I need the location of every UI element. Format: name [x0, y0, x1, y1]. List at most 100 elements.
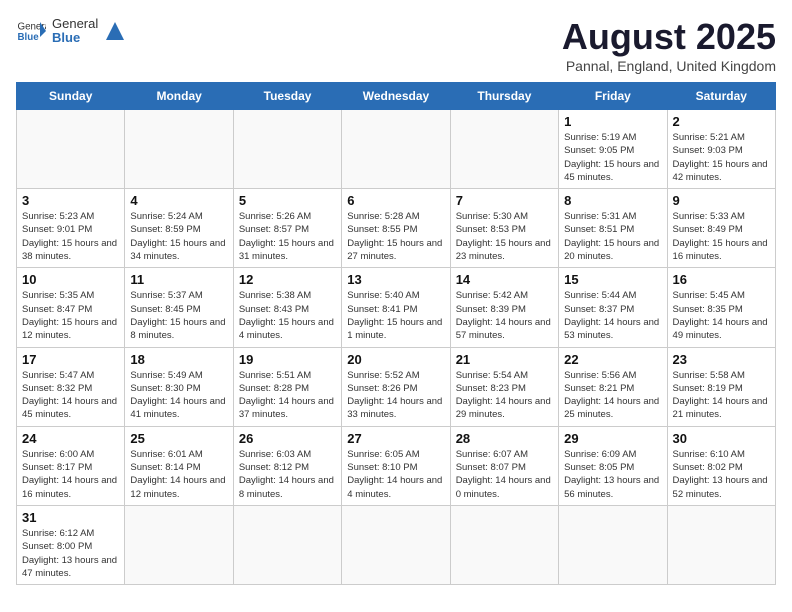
day-number: 31 — [22, 510, 119, 525]
day-cell: 18 Sunrise: 5:49 AM Sunset: 8:30 PM Dayli… — [125, 347, 233, 426]
weekday-header-wednesday: Wednesday — [342, 83, 450, 110]
day-info: Sunrise: 5:35 AM Sunset: 8:47 PM Dayligh… — [22, 289, 119, 342]
day-info: Sunrise: 6:09 AM Sunset: 8:05 PM Dayligh… — [564, 448, 661, 501]
day-info: Sunrise: 6:10 AM Sunset: 8:02 PM Dayligh… — [673, 448, 770, 501]
day-number: 10 — [22, 272, 119, 287]
day-number: 4 — [130, 193, 227, 208]
day-number: 16 — [673, 272, 770, 287]
day-cell: 3 Sunrise: 5:23 AM Sunset: 9:01 PM Daylig… — [17, 189, 125, 268]
day-info: Sunrise: 6:00 AM Sunset: 8:17 PM Dayligh… — [22, 448, 119, 501]
day-number: 29 — [564, 431, 661, 446]
day-cell: 21Sunrise: 5:54 AM Sunset: 8:23 PM Dayli… — [450, 347, 558, 426]
day-info: Sunrise: 5:30 AM Sunset: 8:53 PM Dayligh… — [456, 210, 553, 263]
weekday-header-tuesday: Tuesday — [233, 83, 341, 110]
day-cell: 28 Sunrise: 6:07 AM Sunset: 8:07 PM Dayli… — [450, 426, 558, 505]
day-cell — [667, 505, 775, 584]
day-info: Sunrise: 5:49 AM Sunset: 8:30 PM Dayligh… — [130, 369, 227, 422]
weekday-header-saturday: Saturday — [667, 83, 775, 110]
day-number: 5 — [239, 193, 336, 208]
logo-icon: General Blue — [16, 16, 46, 46]
title-block: August 2025 Pannal, England, United King… — [562, 16, 776, 74]
day-info: Sunrise: 5:26 AM Sunset: 8:57 PM Dayligh… — [239, 210, 336, 263]
day-cell: 5 Sunrise: 5:26 AM Sunset: 8:57 PM Daylig… — [233, 189, 341, 268]
day-cell — [233, 505, 341, 584]
day-number: 17 — [22, 352, 119, 367]
week-row-0: 1 Sunrise: 5:19 AM Sunset: 9:05 PM Daylig… — [17, 110, 776, 189]
day-info: Sunrise: 5:44 AM Sunset: 8:37 PM Dayligh… — [564, 289, 661, 342]
day-info: Sunrise: 5:58 AM Sunset: 8:19 PM Dayligh… — [673, 369, 770, 422]
day-info: Sunrise: 6:05 AM Sunset: 8:10 PM Dayligh… — [347, 448, 444, 501]
day-cell: 23 Sunrise: 5:58 AM Sunset: 8:19 PM Dayli… — [667, 347, 775, 426]
day-cell — [342, 505, 450, 584]
day-info: Sunrise: 5:51 AM Sunset: 8:28 PM Dayligh… — [239, 369, 336, 422]
day-cell: 11Sunrise: 5:37 AM Sunset: 8:45 PM Dayli… — [125, 268, 233, 347]
weekday-header-thursday: Thursday — [450, 83, 558, 110]
day-number: 26 — [239, 431, 336, 446]
weekday-header-friday: Friday — [559, 83, 667, 110]
day-cell: 27Sunrise: 6:05 AM Sunset: 8:10 PM Dayli… — [342, 426, 450, 505]
day-cell — [450, 505, 558, 584]
week-row-5: 31 Sunrise: 6:12 AM Sunset: 8:00 PM Dayli… — [17, 505, 776, 584]
calendar-subtitle: Pannal, England, United Kingdom — [562, 58, 776, 74]
day-cell: 12 Sunrise: 5:38 AM Sunset: 8:43 PM Dayli… — [233, 268, 341, 347]
day-info: Sunrise: 6:07 AM Sunset: 8:07 PM Dayligh… — [456, 448, 553, 501]
day-cell: 31 Sunrise: 6:12 AM Sunset: 8:00 PM Dayli… — [17, 505, 125, 584]
day-cell: 22 Sunrise: 5:56 AM Sunset: 8:21 PM Dayli… — [559, 347, 667, 426]
day-cell: 17Sunrise: 5:47 AM Sunset: 8:32 PM Dayli… — [17, 347, 125, 426]
day-number: 24 — [22, 431, 119, 446]
day-cell — [125, 505, 233, 584]
day-cell: 20 Sunrise: 5:52 AM Sunset: 8:26 PM Dayli… — [342, 347, 450, 426]
day-number: 14 — [456, 272, 553, 287]
day-number: 15 — [564, 272, 661, 287]
day-info: Sunrise: 6:12 AM Sunset: 8:00 PM Dayligh… — [22, 527, 119, 580]
day-info: Sunrise: 5:28 AM Sunset: 8:55 PM Dayligh… — [347, 210, 444, 263]
day-info: Sunrise: 5:19 AM Sunset: 9:05 PM Dayligh… — [564, 131, 661, 184]
day-cell: 19Sunrise: 5:51 AM Sunset: 8:28 PM Dayli… — [233, 347, 341, 426]
day-number: 22 — [564, 352, 661, 367]
day-info: Sunrise: 5:52 AM Sunset: 8:26 PM Dayligh… — [347, 369, 444, 422]
weekday-header-row: SundayMondayTuesdayWednesdayThursdayFrid… — [17, 83, 776, 110]
day-cell: 25 Sunrise: 6:01 AM Sunset: 8:14 PM Dayli… — [125, 426, 233, 505]
day-cell: 10 Sunrise: 5:35 AM Sunset: 8:47 PM Dayli… — [17, 268, 125, 347]
day-info: Sunrise: 5:45 AM Sunset: 8:35 PM Dayligh… — [673, 289, 770, 342]
day-number: 30 — [673, 431, 770, 446]
day-number: 3 — [22, 193, 119, 208]
day-info: Sunrise: 6:01 AM Sunset: 8:14 PM Dayligh… — [130, 448, 227, 501]
weekday-header-monday: Monday — [125, 83, 233, 110]
day-info: Sunrise: 5:40 AM Sunset: 8:41 PM Dayligh… — [347, 289, 444, 342]
day-number: 28 — [456, 431, 553, 446]
logo-triangle-icon — [104, 20, 126, 42]
day-number: 11 — [130, 272, 227, 287]
day-cell: 16 Sunrise: 5:45 AM Sunset: 8:35 PM Dayli… — [667, 268, 775, 347]
day-number: 7 — [456, 193, 553, 208]
logo-general: General — [52, 17, 98, 31]
day-info: Sunrise: 5:56 AM Sunset: 8:21 PM Dayligh… — [564, 369, 661, 422]
day-number: 23 — [673, 352, 770, 367]
day-cell — [17, 110, 125, 189]
day-number: 25 — [130, 431, 227, 446]
day-cell — [125, 110, 233, 189]
day-number: 2 — [673, 114, 770, 129]
day-info: Sunrise: 5:38 AM Sunset: 8:43 PM Dayligh… — [239, 289, 336, 342]
day-info: Sunrise: 5:31 AM Sunset: 8:51 PM Dayligh… — [564, 210, 661, 263]
day-cell: 9Sunrise: 5:33 AM Sunset: 8:49 PM Daylig… — [667, 189, 775, 268]
day-info: Sunrise: 5:42 AM Sunset: 8:39 PM Dayligh… — [456, 289, 553, 342]
day-cell — [342, 110, 450, 189]
svg-text:Blue: Blue — [18, 32, 40, 43]
day-number: 18 — [130, 352, 227, 367]
week-row-1: 3 Sunrise: 5:23 AM Sunset: 9:01 PM Daylig… — [17, 189, 776, 268]
day-cell: 29 Sunrise: 6:09 AM Sunset: 8:05 PM Dayli… — [559, 426, 667, 505]
day-number: 20 — [347, 352, 444, 367]
day-info: Sunrise: 5:24 AM Sunset: 8:59 PM Dayligh… — [130, 210, 227, 263]
day-number: 1 — [564, 114, 661, 129]
day-cell: 1 Sunrise: 5:19 AM Sunset: 9:05 PM Daylig… — [559, 110, 667, 189]
day-info: Sunrise: 5:23 AM Sunset: 9:01 PM Dayligh… — [22, 210, 119, 263]
day-cell: 13Sunrise: 5:40 AM Sunset: 8:41 PM Dayli… — [342, 268, 450, 347]
calendar-title: August 2025 — [562, 16, 776, 58]
day-cell: 7 Sunrise: 5:30 AM Sunset: 8:53 PM Daylig… — [450, 189, 558, 268]
day-cell: 30 Sunrise: 6:10 AM Sunset: 8:02 PM Dayli… — [667, 426, 775, 505]
day-number: 9 — [673, 193, 770, 208]
page-header: General Blue General Blue August 2025 Pa… — [16, 16, 776, 74]
day-number: 12 — [239, 272, 336, 287]
day-number: 8 — [564, 193, 661, 208]
